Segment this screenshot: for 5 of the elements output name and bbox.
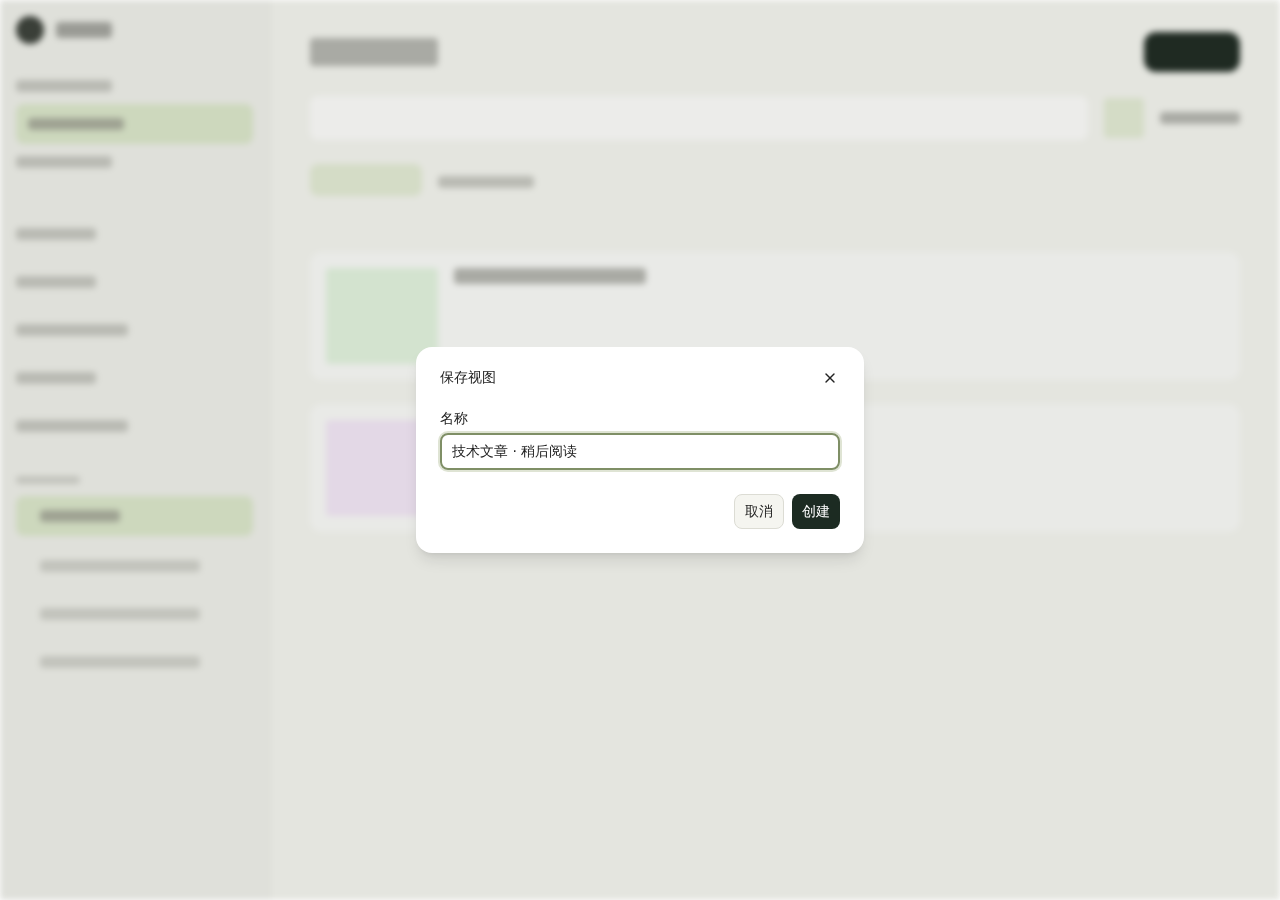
create-button[interactable]: 创建 bbox=[792, 494, 840, 529]
dialog-title: 保存视图 bbox=[440, 368, 496, 387]
name-field[interactable]: 技术文章 · 稍后阅读 bbox=[440, 433, 840, 470]
field-label: 名称 bbox=[440, 409, 469, 428]
cancel-button[interactable]: 取消 bbox=[734, 494, 784, 529]
